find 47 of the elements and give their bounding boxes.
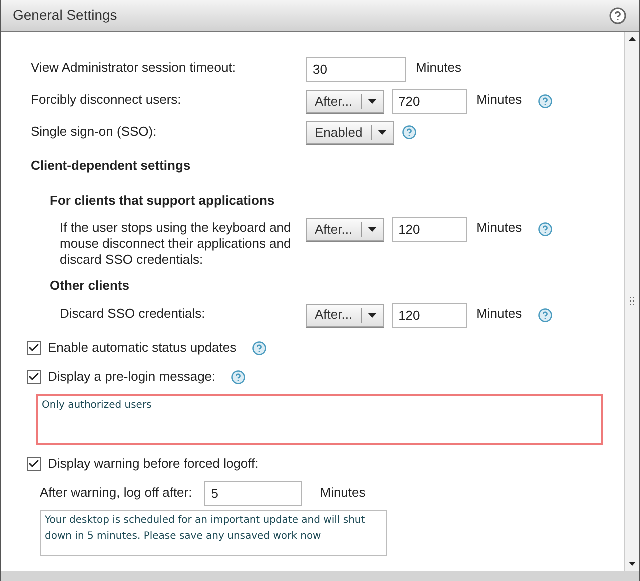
text-field[interactable]: 30 [306, 57, 406, 82]
field-label: View Administrator session timeout: [31, 59, 237, 76]
help-icon[interactable] [538, 308, 554, 322]
dropdown[interactable]: After... [306, 304, 384, 326]
text-field[interactable]: 720 [392, 89, 467, 114]
help-icon[interactable] [538, 94, 554, 109]
checkbox[interactable] [27, 370, 41, 384]
help-icon[interactable] [609, 6, 627, 24]
help-icon[interactable] [402, 125, 417, 140]
field-label: Single sign-on (SSO): [31, 123, 158, 140]
checkbox-label: Enable automatic status updates [48, 339, 238, 358]
dropdown[interactable]: Enabled [306, 121, 394, 144]
group-heading: For clients that support applications [50, 192, 276, 210]
text-field[interactable]: 120 [392, 302, 467, 328]
message-field[interactable]: Only authorized users [36, 394, 603, 444]
checkbox-label: Display warning before forced logoff: [48, 455, 259, 474]
dropdown[interactable]: After... [306, 90, 384, 113]
message-field[interactable]: Your desktop is scheduled for an important update and will shut down in 5 minutes. Please save any unsaved work now [40, 510, 387, 556]
group-heading: Other clients [50, 277, 130, 295]
field-label: If the user stops using the keyboard and mouse disconnect their applications and discard SSO credentials: [60, 219, 292, 268]
checkbox[interactable] [27, 457, 41, 471]
help-icon[interactable] [230, 370, 246, 384]
unit-label: Minutes [476, 304, 524, 323]
text-field[interactable]: 120 [392, 217, 467, 242]
scroll-down-icon[interactable] [628, 562, 636, 566]
unit-label: Minutes [320, 484, 366, 502]
unit-label: Minutes [415, 59, 463, 78]
section-heading: Client-dependent settings [31, 157, 192, 175]
help-icon[interactable] [252, 340, 267, 356]
caret-icon [368, 227, 377, 232]
caret-icon [368, 99, 377, 104]
unit-label: Minutes [476, 91, 524, 110]
dropdown[interactable]: After... [306, 218, 384, 241]
help-icon[interactable] [538, 222, 554, 237]
field-label: After warning, log off after: [40, 484, 192, 502]
caret-icon [378, 130, 387, 135]
caret-icon [368, 312, 377, 318]
text-field[interactable]: 5 [204, 480, 302, 506]
scrollbar[interactable] [624, 32, 639, 571]
checkbox-label: Display a pre-login message: [48, 368, 217, 386]
checkbox[interactable] [27, 341, 41, 355]
field-label: Discard SSO credentials: [60, 304, 206, 322]
grip-icon [630, 297, 634, 306]
unit-label: Minutes [476, 219, 524, 238]
scroll-up-icon[interactable] [628, 37, 636, 41]
field-label: Forcibly disconnect users: [31, 91, 182, 108]
window-title: General Settings [13, 6, 118, 25]
